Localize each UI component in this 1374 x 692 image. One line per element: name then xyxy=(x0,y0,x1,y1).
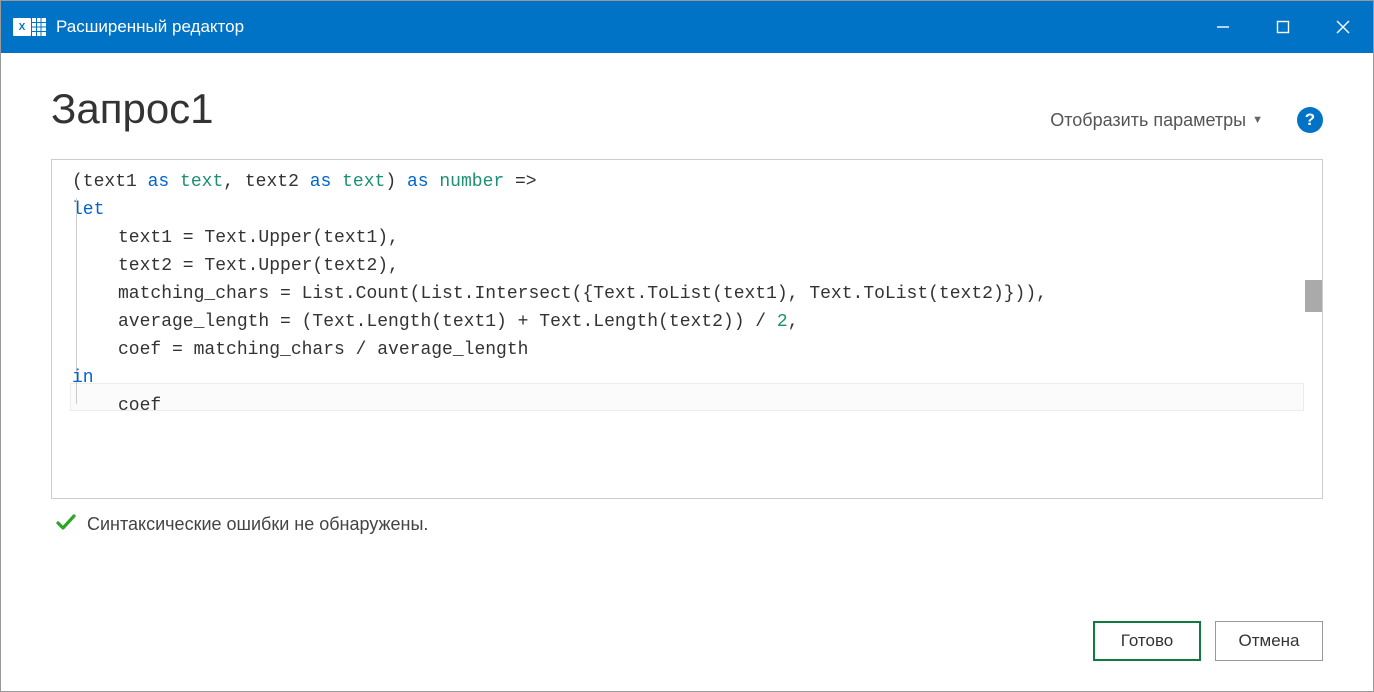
minimize-button[interactable] xyxy=(1193,1,1253,53)
content-area: Запрос1 Отобразить параметры ▼ ? (text1 … xyxy=(1,53,1373,691)
checkmark-icon xyxy=(55,511,77,538)
code-editor[interactable]: (text1 as text, text2 as text) as number… xyxy=(51,159,1323,499)
advanced-editor-window: X Расширенный редактор Запрос1 Отобразит… xyxy=(0,0,1374,692)
done-button[interactable]: Готово xyxy=(1093,621,1201,661)
content-header: Запрос1 Отобразить параметры ▼ ? xyxy=(51,85,1323,133)
maximize-button[interactable] xyxy=(1253,1,1313,53)
titlebar: X Расширенный редактор xyxy=(1,1,1373,53)
excel-x-badge: X xyxy=(13,18,31,36)
window-title: Расширенный редактор xyxy=(56,17,244,37)
status-row: Синтаксические ошибки не обнаружены. xyxy=(51,499,1323,538)
scrollbar[interactable] xyxy=(1305,160,1322,498)
help-icon[interactable]: ? xyxy=(1297,107,1323,133)
cancel-button[interactable]: Отмена xyxy=(1215,621,1323,661)
chevron-down-icon: ▼ xyxy=(1252,114,1263,126)
dialog-buttons: Готово Отмена xyxy=(51,621,1323,661)
window-controls xyxy=(1193,1,1373,53)
close-button[interactable] xyxy=(1313,1,1373,53)
syntax-status-text: Синтаксические ошибки не обнаружены. xyxy=(87,514,428,535)
scrollbar-thumb[interactable] xyxy=(1305,280,1322,312)
display-parameters-dropdown[interactable]: Отобразить параметры ▼ xyxy=(1050,110,1263,131)
query-title: Запрос1 xyxy=(51,85,214,133)
excel-app-icon: X xyxy=(13,18,46,36)
display-parameters-label: Отобразить параметры xyxy=(1050,110,1246,131)
sheet-icon xyxy=(32,18,46,36)
